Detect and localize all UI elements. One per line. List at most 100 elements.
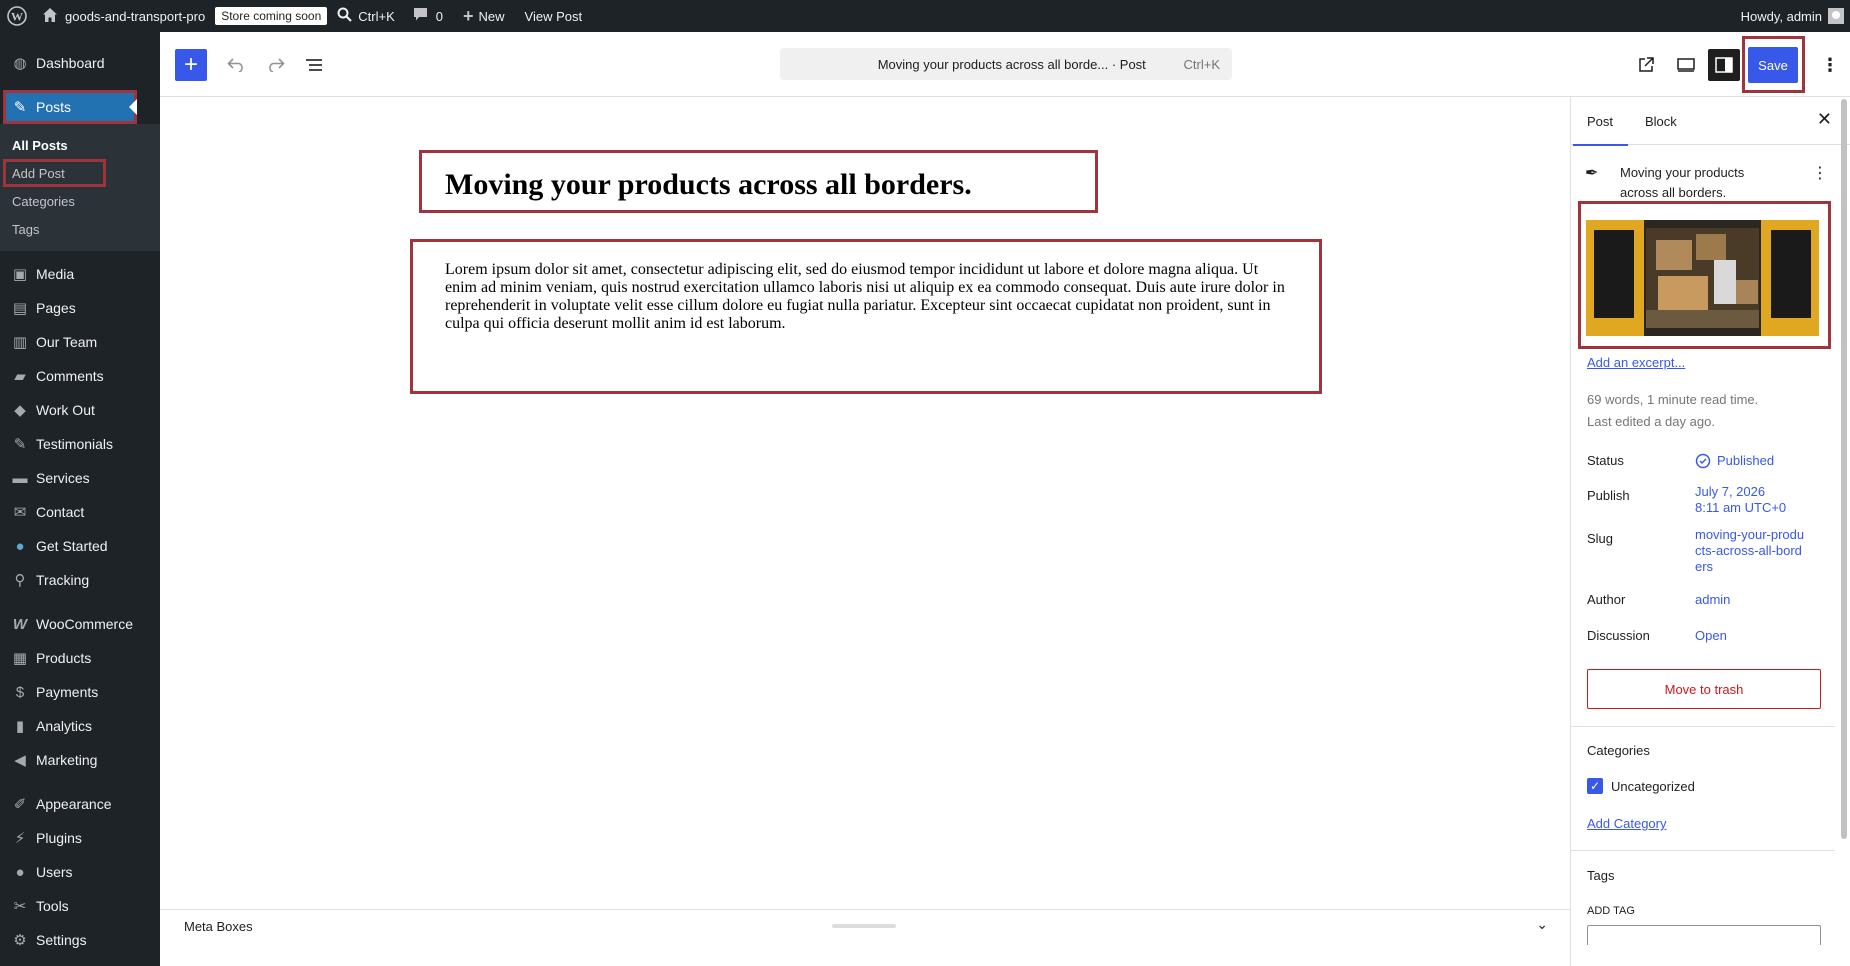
divider [1571,726,1835,727]
archive-icon: ▦ [12,650,28,667]
sidebar-item-plugins[interactable]: ⚡ Plugins [0,821,160,855]
close-icon[interactable]: ✕ [1817,109,1832,130]
site-name-link[interactable]: goods-and-transport-pro [34,0,213,32]
submenu-categories[interactable]: Categories [0,187,160,215]
home-icon [42,7,58,26]
checkbox-checked-icon[interactable]: ✓ [1587,778,1603,794]
comments-count: 0 [435,8,443,24]
sidebar-item-contact[interactable]: ✉ Contact [0,495,160,529]
plug-icon: ⚡ [14,830,26,847]
add-tag-input[interactable] [1587,925,1821,945]
plus-icon: + [183,51,198,78]
sidebar-item-services[interactable]: ▬ Services [0,461,160,495]
author-value[interactable]: admin [1695,592,1730,608]
posts-submenu: All Posts Add Post Categories Tags [0,124,160,251]
save-button[interactable]: Save [1748,47,1798,83]
new-content-link[interactable]: + New [451,0,513,32]
sidebar-item-label: Get Started [36,538,108,554]
move-to-trash-button[interactable]: Move to trash [1587,669,1821,709]
admin-bar: W goods-and-transport-pro Store coming s… [0,0,1850,32]
sidebar-item-testimonials[interactable]: ✎ Testimonials [0,427,160,461]
chevron-down-icon[interactable]: ⌄ [1536,916,1548,933]
options-button[interactable]: ⋮ [1820,51,1840,79]
site-name: goods-and-transport-pro [65,8,206,24]
submenu-all-posts[interactable]: All Posts [0,131,160,159]
brush-icon: ✐ [13,796,27,813]
publish-date-value[interactable]: July 7, 2026 8:11 am UTC+0 [1695,484,1786,516]
sidebar-item-payments[interactable]: $ Payments [0,675,160,709]
comments-link[interactable]: 0 [403,0,451,32]
sidebar-item-label: Marketing [36,752,98,768]
view-post-link[interactable]: View Post [513,0,591,32]
sidebar-item-pages[interactable]: ▤ Pages [0,291,160,325]
sidebar-item-label: Users [36,864,73,880]
sidebar-item-label: Pages [36,300,76,316]
sidebar-item-our-team[interactable]: ▥ Our Team [0,325,160,359]
discussion-row: Discussion Open [1587,628,1827,644]
wordpress-logo-icon[interactable]: W [0,0,34,32]
sidebar-item-posts[interactable]: ✎ Posts [3,90,137,124]
external-link-icon [1639,57,1654,72]
chart-icon: ▮ [15,718,25,735]
category-label: Uncategorized [1611,779,1695,794]
submenu-tags[interactable]: Tags [0,215,160,243]
post-title-block[interactable]: Moving your products across all borders. [419,150,1098,213]
redo-button[interactable] [262,52,290,78]
sidebar-item-label: Tools [36,898,69,914]
sidebar-item-products[interactable]: ▦ Products [0,641,160,675]
redo-icon [269,58,285,72]
sidebar-item-woocommerce[interactable]: W WooCommerce [0,607,160,641]
command-palette-link[interactable]: Ctrl+K [327,0,402,32]
author-row: Author admin [1587,592,1827,608]
location-icon: ⚲ [14,572,26,589]
sidebar-item-media[interactable]: ▣ Media [0,257,160,291]
sidebar-item-users[interactable]: ● Users [0,855,160,889]
categories-title[interactable]: Categories [1587,743,1650,758]
sidebar-item-marketing[interactable]: ◀ Marketing [0,743,160,777]
sidebar-item-comments[interactable]: ▰ Comments [0,359,160,393]
settings-toggle-button[interactable] [1708,49,1740,81]
tags-title[interactable]: Tags [1587,868,1614,883]
undo-button[interactable] [222,52,250,78]
view-post-button[interactable] [1632,51,1660,79]
sidebar-item-get-started[interactable]: ● Get Started [0,529,160,563]
sidebar-item-settings[interactable]: ⚙ Settings [0,923,160,957]
preview-button[interactable] [1672,51,1700,79]
sidebar-item-work-out[interactable]: ◆ Work Out [0,393,160,427]
sidebar-item-dashboard[interactable]: ◍ Dashboard [0,46,160,80]
post-summary-title: Moving your products across all borders. [1620,165,1745,200]
list-view-icon [306,59,322,71]
document-title-bar[interactable]: Moving your products across all borde...… [780,48,1232,80]
discussion-value[interactable]: Open [1695,628,1727,644]
desktop-icon [1677,58,1695,72]
add-block-button[interactable]: + [175,49,207,81]
slug-value[interactable]: moving-your-products-across-all-borders [1695,527,1805,575]
paragraph-block[interactable]: Lorem ipsum dolor sit amet, consectetur … [410,239,1322,394]
comments-icon: ▰ [14,368,26,385]
sidebar-item-tools[interactable]: ✂ Tools [0,889,160,923]
vertical-ellipsis-icon[interactable]: ⋮ [1812,163,1828,183]
resize-handle[interactable] [832,924,896,928]
sidebar-item-analytics[interactable]: ▮ Analytics [0,709,160,743]
sidebar-item-label: Tracking [36,572,90,588]
my-account-menu[interactable]: Howdy, admin [1733,0,1850,32]
status-value[interactable]: Published [1695,453,1774,469]
meta-boxes-panel: Meta Boxes ⌄ [160,909,1570,966]
add-excerpt-link[interactable]: Add an excerpt... [1587,355,1685,370]
sidebar-item-label: WooCommerce [36,616,133,632]
store-status-badge[interactable]: Store coming soon [215,7,328,25]
admin-sidebar: ◍ Dashboard ✎ Posts All Posts Add Post C… [0,32,160,966]
sidebar-item-label: Media [36,266,75,282]
sidebar-item-tracking[interactable]: ⚲ Tracking [0,563,160,597]
word-count: 69 words, 1 minute read time. [1587,392,1759,407]
document-overview-button[interactable] [300,52,328,78]
tab-block[interactable]: Block [1645,97,1677,145]
sidebar-scrollbar[interactable] [1841,99,1847,839]
featured-image[interactable] [1586,220,1819,336]
sidebar-item-appearance[interactable]: ✐ Appearance [0,787,160,821]
slug-row: Slug moving-your-products-across-all-bor… [1587,527,1827,575]
tag-icon: ◆ [14,402,26,419]
add-category-link[interactable]: Add Category [1587,816,1667,831]
tab-post[interactable]: Post [1572,97,1629,146]
submenu-add-post[interactable]: Add Post [3,159,106,187]
